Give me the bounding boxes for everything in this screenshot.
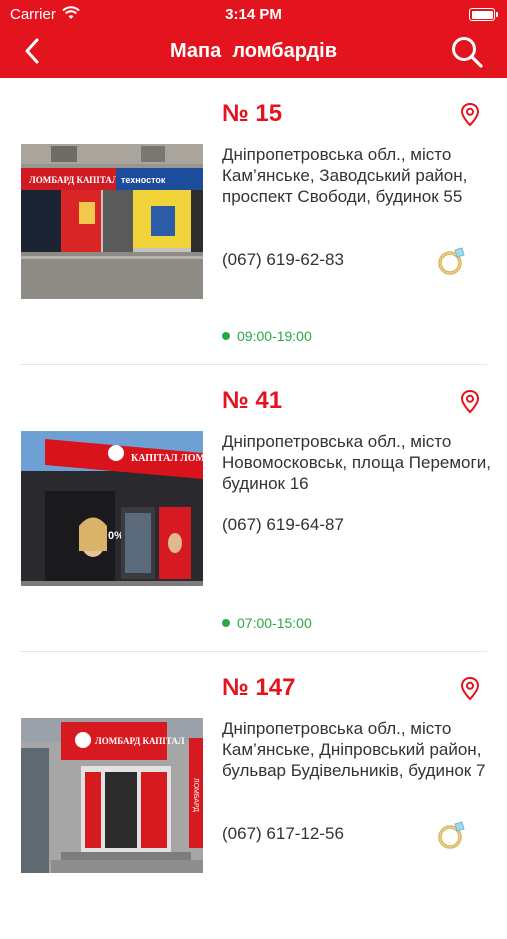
branch-address: Дніпропетровська обл., місто Новомосковс… [222, 432, 491, 493]
branch-phone[interactable]: (067) 617-12-56 [222, 824, 344, 844]
status-bar: Carrier 3:14 PM [0, 0, 507, 28]
photo-sign-text: ЛОМБАРД КАПІТАЛ [95, 736, 185, 746]
clock: 3:14 PM [225, 6, 282, 23]
ring-icon [438, 247, 465, 275]
branch-phone[interactable]: (067) 619-62-83 [222, 250, 344, 270]
branch-photo: КАПІТАЛ ЛОМБАРД 0% [21, 431, 203, 586]
page-title: Мапа ломбардів [169, 40, 337, 62]
branch-card[interactable]: ЛОМБАРД КАПІТАЛ ЛОМБАРД № 147 Дніпропетр… [0, 652, 507, 939]
battery-icon [469, 8, 498, 21]
navigation-bar: Carrier 3:14 PM Мапа ломбардів [0, 0, 507, 78]
open-status-dot [222, 332, 230, 340]
photo-sign-text: ЛОМБАРД [192, 778, 199, 812]
branch-photo: ЛОМБАРД КАПІТАЛ техносток [21, 144, 203, 299]
hours-text: 09:00-19:00 [237, 328, 312, 344]
branch-list: ЛОМБАРД КАПІТАЛ техносток № 15 Дніпропет… [0, 78, 507, 939]
branch-phone[interactable]: (067) 619-64-87 [222, 515, 344, 535]
branch-address: Дніпропетровська обл., місто Кам’янське,… [222, 145, 468, 206]
map-pin-icon[interactable] [458, 389, 482, 415]
photo-sign-text: КАПІТАЛ ЛОМБАРД [131, 453, 203, 464]
hours-text: 07:00-15:00 [237, 615, 312, 631]
branch-number: № 41 [222, 387, 283, 414]
search-icon[interactable] [449, 34, 485, 70]
opening-hours: 07:00-15:00 [222, 615, 312, 631]
open-status-dot [222, 619, 230, 627]
ring-icon [438, 821, 465, 849]
photo-sign-text: техносток [121, 175, 166, 185]
branch-address: Дніпропетровська обл., місто Кам’янське,… [222, 719, 486, 780]
branch-card[interactable]: КАПІТАЛ ЛОМБАРД 0% № 41 Дніпропетровська… [0, 365, 507, 652]
branch-number: № 15 [222, 100, 283, 127]
branch-card[interactable]: ЛОМБАРД КАПІТАЛ техносток № 15 Дніпропет… [0, 78, 507, 365]
branch-number: № 147 [222, 674, 296, 701]
photo-sign-text: ЛОМБАРД КАПІТАЛ [29, 175, 119, 185]
branch-photo: ЛОМБАРД КАПІТАЛ ЛОМБАРД [21, 718, 203, 873]
map-pin-icon[interactable] [458, 676, 482, 702]
opening-hours: 09:00-19:00 [222, 328, 312, 344]
map-pin-icon[interactable] [458, 102, 482, 128]
